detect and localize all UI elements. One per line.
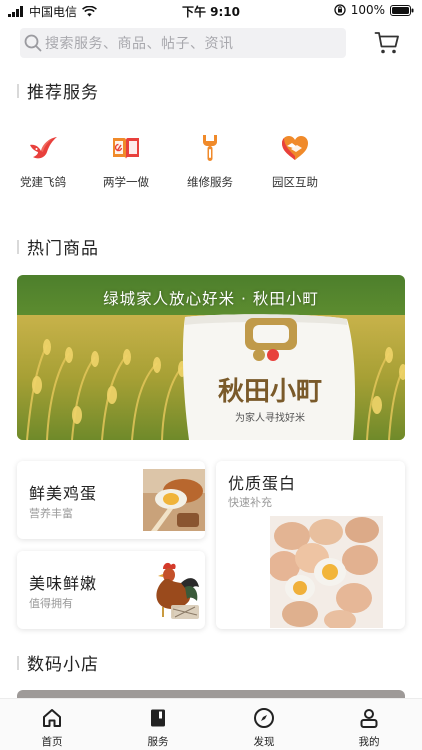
- service-label: 园区互助: [272, 175, 318, 189]
- banner-headline: 绿城家人放心好米 · 秋田小町: [103, 290, 319, 308]
- battery-percent: 100%: [350, 3, 385, 17]
- section-recommended: 推荐服务: [17, 78, 99, 103]
- bag-title: 秋田小町: [218, 377, 322, 407]
- bottom-tab-bar: 首页 服务 发现 我的: [0, 698, 422, 750]
- section-hot-products: 热门商品: [17, 234, 99, 259]
- tab-label: 我的: [358, 736, 380, 748]
- tab-home[interactable]: 首页: [12, 707, 92, 749]
- tab-label: 首页: [41, 736, 63, 748]
- search-placeholder: 搜索服务、商品、帖子、资讯: [45, 36, 234, 52]
- service-label: 党建飞鸽: [20, 175, 66, 189]
- dove-icon: [30, 137, 57, 159]
- party-book-icon: [113, 138, 139, 159]
- user-icon: [360, 709, 378, 728]
- wrench-icon: [203, 135, 217, 161]
- section-marker: [17, 239, 19, 254]
- search-box[interactable]: 搜索服务、商品、帖子、资讯: [20, 28, 346, 58]
- heart-hands-icon: [282, 136, 308, 160]
- service-item-study[interactable]: 两学一做: [86, 132, 166, 190]
- section-marker: [17, 83, 19, 98]
- tab-services[interactable]: 服务: [118, 707, 198, 749]
- product-card-chicken[interactable]: 美味鲜嫩 值得拥有: [17, 551, 205, 629]
- app-screen: 中国电信 下午 9:10 100% 搜索服务、商品、帖子、资讯 推荐服务 党建飞…: [0, 0, 422, 750]
- rooster-image: [156, 562, 199, 619]
- status-bar: 中国电信 下午 9:10 100%: [0, 0, 422, 22]
- services-grid: 党建飞鸽 两学一做 维修服务 园区互助: [0, 132, 422, 192]
- tab-mine[interactable]: 我的: [329, 707, 409, 749]
- tab-discover[interactable]: 发现: [224, 707, 304, 749]
- product-title: 鲜美鸡蛋: [29, 484, 98, 503]
- search-icon: [24, 34, 42, 52]
- service-item-mutual-aid[interactable]: 园区互助: [255, 132, 335, 190]
- book-icon: [151, 709, 165, 727]
- section-title: 热门商品: [27, 239, 99, 259]
- rice-banner[interactable]: 秋田小町 为家人寻找好米 绿城家人放心好米 · 秋田小町: [17, 275, 405, 440]
- service-item-dove[interactable]: 党建飞鸽: [3, 132, 83, 190]
- orientation-lock-icon: [334, 4, 346, 16]
- compass-icon: [254, 708, 274, 728]
- service-label: 维修服务: [187, 175, 233, 189]
- eggs-image: [270, 516, 383, 628]
- home-icon: [43, 709, 61, 727]
- section-title: 推荐服务: [27, 83, 99, 103]
- product-subtitle: 快速补充: [228, 496, 272, 509]
- product-subtitle: 营养丰富: [29, 507, 73, 520]
- status-right: 100%: [334, 3, 414, 17]
- section-marker: [17, 655, 19, 670]
- section-title: 数码小店: [27, 655, 99, 675]
- product-subtitle: 值得拥有: [29, 597, 73, 610]
- product-title: 美味鲜嫩: [29, 574, 98, 593]
- tab-label: 服务: [147, 736, 169, 748]
- service-item-repair[interactable]: 维修服务: [170, 132, 250, 190]
- service-label: 两学一做: [103, 175, 149, 189]
- battery-icon: [390, 4, 414, 16]
- product-card-protein[interactable]: 优质蛋白 快速补充: [216, 461, 405, 629]
- egg-bowl-image: [143, 469, 205, 531]
- tab-label: 发现: [253, 736, 275, 748]
- cart-icon[interactable]: [374, 31, 400, 55]
- product-title: 优质蛋白: [228, 474, 297, 493]
- product-card-eggs[interactable]: 鲜美鸡蛋 营养丰富: [17, 461, 205, 539]
- bag-slogan: 为家人寻找好米: [235, 411, 305, 424]
- section-digital-store: 数码小店: [17, 650, 99, 675]
